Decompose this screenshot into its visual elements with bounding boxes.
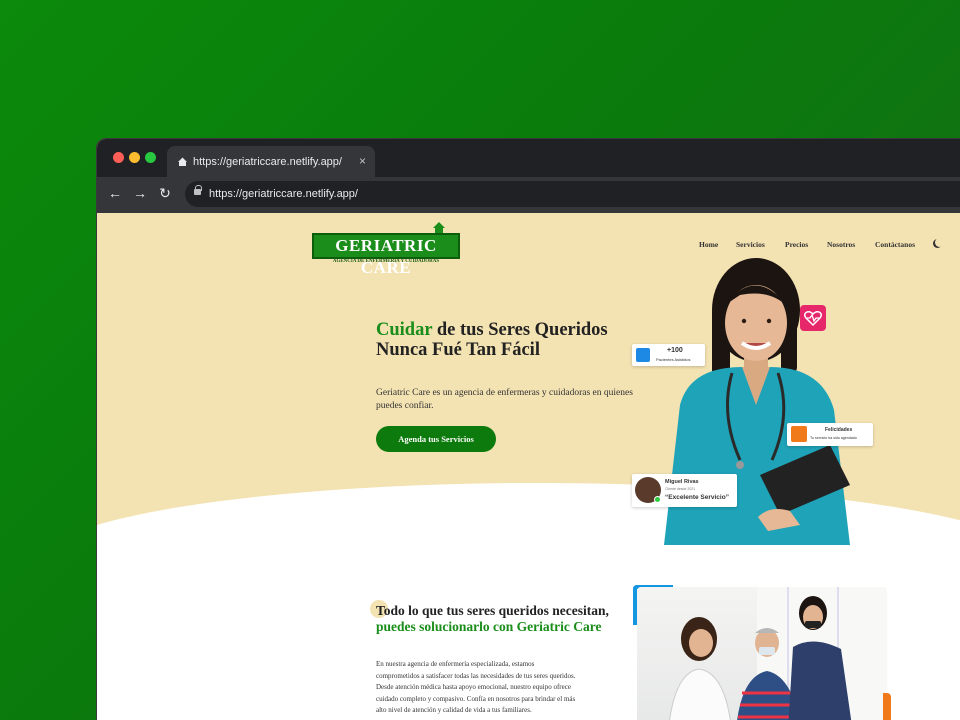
browser-window: https://geriatriccare.netlify.app/ × ← →…	[97, 139, 960, 720]
tab-title: https://geriatriccare.netlify.app/	[193, 155, 342, 168]
section-body: En nuestra agencia de enfermería especia…	[376, 660, 576, 715]
menu-servicios[interactable]: Servicios	[736, 240, 765, 249]
menu-home[interactable]: Home	[699, 240, 718, 249]
menu-contactanos[interactable]: Contáctanos	[875, 240, 915, 249]
family-care-photo	[637, 587, 887, 720]
minimize-window-button[interactable]	[129, 152, 140, 163]
section-title-green: puedes solucionarlo con Geriatric Care	[376, 618, 602, 634]
reviewer-subtitle: Cliente desde 2021	[665, 487, 696, 491]
hero-description: Geriatric Care es un agencia de enfermer…	[376, 388, 633, 411]
address-bar[interactable]: https://geriatriccare.netlify.app/	[185, 181, 960, 207]
close-window-button[interactable]	[113, 152, 124, 163]
site-logo[interactable]: GERIATRIC CARE	[312, 233, 460, 277]
schedule-services-button[interactable]: Agenda tus Servicios	[376, 426, 496, 452]
forward-button[interactable]: →	[131, 185, 149, 201]
address-text: https://geriatriccare.netlify.app/	[209, 188, 358, 200]
menu-nosotros[interactable]: Nosotros	[827, 240, 855, 249]
menu-precios[interactable]: Precios	[785, 240, 808, 249]
dark-mode-toggle-icon[interactable]	[935, 238, 944, 247]
logo-subtitle: AGENCIA DE ENFERMERÍA Y CUIDADORAS	[332, 259, 440, 264]
back-button[interactable]: ←	[106, 185, 124, 201]
online-status-icon	[654, 496, 661, 503]
hero-title-highlight: Cuidar	[376, 320, 433, 340]
reload-button[interactable]: ↻	[156, 185, 174, 202]
reviewer-name: Miguel Rivas	[665, 479, 699, 485]
hero-title: Cuidar de tus Seres Queridos Nunca Fué T…	[376, 320, 616, 360]
close-tab-icon[interactable]: ×	[359, 154, 366, 168]
review-text: “Excelente Servicio”	[665, 494, 729, 501]
lock-icon	[194, 185, 202, 195]
site-favicon-icon	[178, 157, 187, 166]
mail-icon	[791, 426, 807, 442]
browser-toolbar: ← → ↻ https://geriatriccare.netlify.app/	[97, 177, 960, 213]
congrats-card: Felicidades Tu servicio ha sido agendado	[787, 423, 873, 446]
section-title-dark: Todo lo que tus seres queridos necesitan…	[376, 603, 609, 618]
patients-count: +100	[667, 347, 683, 354]
section-title: Todo lo que tus seres queridos necesitan…	[376, 603, 616, 634]
heartbeat-icon	[800, 305, 826, 331]
congrats-text: Tu servicio ha sido agendado	[810, 436, 857, 440]
congrats-title: Felicidades	[825, 427, 853, 433]
tab-bar: https://geriatriccare.netlify.app/ ×	[97, 139, 960, 177]
review-card: Miguel Rivas Cliente desde 2021 “Excelen…	[632, 474, 737, 507]
web-page: GERIATRIC CARE AGENCIA DE ENFERMERÍA Y C…	[97, 213, 960, 720]
calendar-icon	[636, 348, 650, 362]
maximize-window-button[interactable]	[145, 152, 156, 163]
browser-tab[interactable]: https://geriatriccare.netlify.app/ ×	[167, 146, 375, 177]
patients-card: +100 Pacientes Asistidos	[632, 344, 705, 366]
decorative-orange-frame	[883, 693, 891, 720]
patients-label: Pacientes Asistidos	[656, 357, 691, 362]
